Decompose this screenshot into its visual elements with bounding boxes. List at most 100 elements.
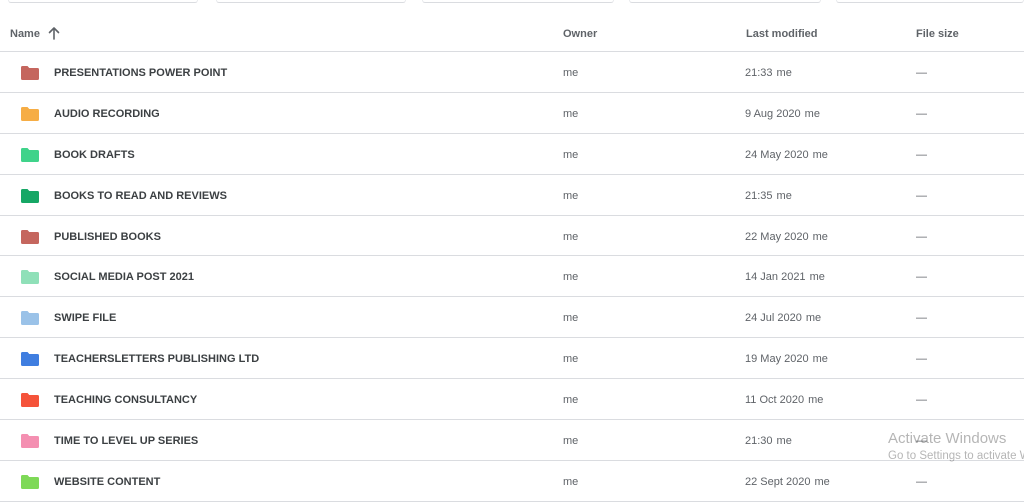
name-column-header[interactable]: Name <box>10 28 40 40</box>
file-owner: me <box>563 189 579 202</box>
file-name: TIME TO LEVEL UP SERIES <box>54 435 199 448</box>
folder-icon <box>21 474 39 489</box>
file-size: — <box>916 353 927 366</box>
file-last-modified: 24 May 2020 me <box>745 149 828 161</box>
folder-icon <box>21 352 39 367</box>
modified-by: me <box>808 394 824 407</box>
file-name: BOOKS TO READ AND REVIEWS <box>54 189 227 202</box>
file-size-column-header[interactable]: File size <box>916 28 959 40</box>
table-row[interactable]: SWIPE FILE me 24 Jul 2020 me — <box>0 297 1024 339</box>
modified-by: me <box>776 189 792 202</box>
file-last-modified: 11 Oct 2020 me <box>745 394 823 406</box>
modified-date: 21:33 <box>745 67 773 79</box>
modified-date: 19 May 2020 <box>745 353 809 366</box>
file-last-modified: 14 Jan 2021 me <box>745 271 825 283</box>
table-row[interactable]: AUDIO RECORDING me 9 Aug 2020 me — <box>0 93 1024 134</box>
modified-by: me <box>812 230 828 243</box>
folder-icon <box>21 434 39 449</box>
file-size: — <box>916 394 927 407</box>
file-owner: me <box>563 67 579 79</box>
file-last-modified: 21:35 me <box>745 190 792 202</box>
modified-date: 14 Jan 2021 <box>745 271 806 284</box>
file-owner: me <box>563 353 579 366</box>
table-row[interactable]: BOOKS TO READ AND REVIEWS me 21:35 me — <box>0 175 1024 216</box>
file-name: TEACHERSLETTERS PUBLISHING LTD <box>54 353 260 366</box>
file-name: PRESENTATIONS POWER POINT <box>54 67 228 79</box>
folder-icon <box>21 147 39 162</box>
file-owner: me <box>563 435 579 448</box>
modified-date: 24 May 2020 <box>745 148 809 161</box>
suggested-card[interactable] <box>422 0 614 3</box>
file-size: — <box>916 107 927 120</box>
folder-icon <box>21 311 39 326</box>
modified-date: 9 Aug 2020 <box>745 107 801 120</box>
folder-icon <box>21 229 39 244</box>
file-name: AUDIO RECORDING <box>54 107 160 120</box>
modified-by: me <box>776 67 792 79</box>
modified-by: me <box>776 435 792 448</box>
modified-by: me <box>805 312 822 325</box>
file-name: SOCIAL MEDIA POST 2021 <box>54 271 194 284</box>
suggested-card[interactable] <box>8 0 198 3</box>
file-last-modified: 9 Aug 2020 me <box>745 108 820 120</box>
modified-by: me <box>812 353 828 366</box>
file-list: PRESENTATIONS POWER POINT me 21:33 me — AUDIO… <box>0 52 1024 502</box>
table-row[interactable]: TEACHERSLETTERS PUBLISHING LTD me 19 May 2… <box>0 338 1024 380</box>
folder-icon <box>21 188 39 203</box>
file-last-modified: 22 Sept 2020 me <box>745 476 830 488</box>
modified-date: 22 Sept 2020 <box>745 475 811 488</box>
table-row[interactable]: PUBLISHED BOOKS me 22 May 2020 me — <box>0 216 1024 257</box>
suggested-card[interactable] <box>216 0 406 3</box>
file-name: SWIPE FILE <box>54 312 117 325</box>
file-owner: me <box>563 312 579 325</box>
folder-icon <box>21 106 39 121</box>
file-name: TEACHING CONSULTANCY <box>54 394 198 407</box>
modified-date: 22 May 2020 <box>745 230 809 243</box>
modified-by: me <box>812 148 828 161</box>
modified-date: 24 Jul 2020 <box>745 312 802 325</box>
folder-icon <box>21 66 39 80</box>
suggested-card[interactable] <box>629 0 821 3</box>
file-size: — <box>916 67 927 79</box>
file-name: BOOK DRAFTS <box>54 148 135 161</box>
file-owner: me <box>563 230 579 243</box>
table-row[interactable]: SOCIAL MEDIA POST 2021 me 14 Jan 2021 me — <box>0 256 1024 298</box>
file-size: — <box>916 271 927 284</box>
file-list-header: Name Owner Last modified File size <box>0 16 1024 52</box>
file-owner: me <box>563 394 579 407</box>
file-size: — <box>916 189 927 202</box>
owner-column-header[interactable]: Owner <box>563 28 597 40</box>
file-size: — <box>916 148 927 161</box>
file-owner: me <box>563 107 579 120</box>
table-row[interactable]: TEACHING CONSULTANCY me 11 Oct 2020 me — <box>0 379 1024 421</box>
folder-icon <box>21 270 39 285</box>
top-cards-strip <box>0 0 1024 4</box>
file-name: WEBSITE CONTENT <box>54 475 161 488</box>
file-last-modified: 19 May 2020 me <box>745 353 828 365</box>
folder-icon <box>21 393 39 408</box>
file-size: — <box>916 475 927 488</box>
file-last-modified: 24 Jul 2020 me <box>745 312 821 324</box>
file-owner: me <box>563 271 579 284</box>
table-row[interactable]: PRESENTATIONS POWER POINT me 21:33 me — <box>0 52 1024 93</box>
file-last-modified: 21:30 me <box>745 435 792 447</box>
modified-date: 21:30 <box>745 435 773 448</box>
file-size: — <box>916 435 927 448</box>
modified-date: 21:35 <box>745 189 773 202</box>
file-last-modified: 21:33 me <box>745 67 792 79</box>
modified-by: me <box>804 107 820 120</box>
suggested-card[interactable] <box>836 0 1024 3</box>
file-size: — <box>916 312 927 325</box>
last-modified-column-header[interactable]: Last modified <box>746 28 818 40</box>
modified-date: 11 Oct 2020 <box>745 394 805 407</box>
modified-by: me <box>809 271 825 284</box>
table-row[interactable]: TIME TO LEVEL UP SERIES me 21:30 me — <box>0 420 1024 461</box>
file-owner: me <box>563 475 579 488</box>
table-row[interactable]: WEBSITE CONTENT me 22 Sept 2020 me — <box>0 461 1024 502</box>
file-size: — <box>916 230 927 243</box>
table-row[interactable]: BOOK DRAFTS me 24 May 2020 me — <box>0 134 1024 175</box>
file-name: PUBLISHED BOOKS <box>54 230 161 243</box>
file-last-modified: 22 May 2020 me <box>745 231 828 243</box>
arrow-up-icon[interactable] <box>48 26 60 40</box>
file-owner: me <box>563 148 579 161</box>
